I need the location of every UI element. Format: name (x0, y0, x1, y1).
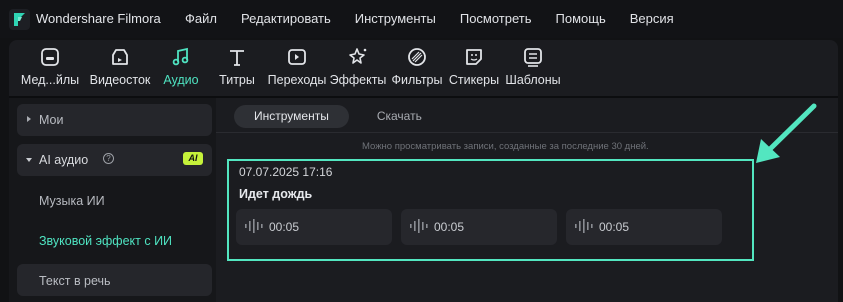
chevron-right-icon (27, 116, 31, 122)
waveform-icon (245, 219, 263, 233)
clip-duration: 00:05 (599, 220, 630, 234)
tab-download[interactable]: Скачать (357, 105, 442, 128)
sidebar-item-label: AI аудио (39, 153, 89, 167)
sidebar-item-label: Текст в речь (39, 274, 111, 288)
tool-label: Видеосток (89, 73, 151, 87)
tab-tools[interactable]: Инструменты (234, 105, 349, 128)
media-icon (41, 48, 59, 66)
music-note-icon (172, 47, 189, 66)
app-title: Wondershare Filmora (36, 11, 161, 26)
entry-timestamp: 07.07.2025 17:16 (239, 165, 333, 179)
tab-divider (216, 132, 838, 133)
tool-label: Мед...йлы (20, 73, 80, 87)
tab-bar: Инструменты Скачать (234, 105, 442, 128)
menu-file[interactable]: Файл (185, 11, 217, 26)
clip-duration: 00:05 (434, 220, 465, 234)
media-tool-strip: Мед...йлы Видеосток Аудио Титры Переходы… (9, 40, 838, 96)
sidebar-item-label: Мои (39, 113, 64, 127)
tool-label: Переходы (267, 73, 327, 87)
effects-sparkle-icon (349, 48, 367, 64)
sidebar-item-mine[interactable]: Мои (17, 104, 212, 136)
audio-clip[interactable]: 00:05 (236, 209, 392, 245)
title-bar: Wondershare Filmora Файл Редактировать И… (0, 0, 843, 38)
history-entry: 07.07.2025 17:16 Идет дождь 00:05 00:05 … (227, 159, 754, 261)
ai-badge: AI (183, 152, 203, 165)
waveform-icon (575, 219, 593, 233)
menu-version[interactable]: Версия (630, 11, 674, 26)
tool-templates[interactable]: Шаблоны (498, 46, 568, 87)
filter-icon (408, 48, 426, 66)
help-icon[interactable]: ? (103, 153, 114, 164)
sidebar-item-ai-audio[interactable]: AI аудио ? AI (17, 144, 212, 176)
tool-label: Фильтры (391, 73, 443, 87)
tool-label: Стикеры (448, 73, 500, 87)
sidebar-item-tts[interactable]: Текст в речь (17, 264, 212, 296)
sidebar-item-ai-music[interactable]: Музыка ИИ (39, 194, 105, 208)
menu-edit[interactable]: Редактировать (241, 11, 331, 26)
sidebar-item-ai-sfx[interactable]: Звуковой эффект с ИИ (39, 234, 172, 248)
menu-view[interactable]: Посмотреть (460, 11, 532, 26)
stock-video-icon (112, 49, 128, 65)
ai-sfx-panel: Инструменты Скачать Можно просматривать … (216, 98, 838, 302)
template-icon (524, 48, 542, 67)
tool-label: Шаблоны (505, 73, 561, 87)
audio-sidebar: Мои AI аудио ? AI Музыка ИИ Звуковой эфф… (9, 98, 216, 302)
tool-transitions[interactable]: Переходы (262, 46, 332, 87)
tool-label: Эффекты (329, 73, 387, 87)
entry-title: Идет дождь (239, 187, 313, 201)
tool-stock-video[interactable]: Видеосток (85, 46, 155, 87)
tool-label: Титры (219, 73, 255, 87)
transition-icon (288, 49, 306, 65)
filmora-logo-icon (9, 9, 30, 30)
menu-tools[interactable]: Инструменты (355, 11, 436, 26)
history-notice: Можно просматривать записи, созданные за… (362, 141, 649, 152)
menu-help[interactable]: Помощь (556, 11, 606, 26)
tool-media[interactable]: Мед...йлы (15, 46, 85, 87)
title-text-icon (230, 50, 244, 66)
clip-duration: 00:05 (269, 220, 300, 234)
chevron-down-icon (26, 158, 32, 162)
waveform-icon (410, 219, 428, 233)
audio-clip[interactable]: 00:05 (566, 209, 722, 245)
menu-bar: Файл Редактировать Инструменты Посмотрет… (185, 11, 698, 26)
sticker-icon (466, 49, 482, 65)
tool-label: Аудио (163, 73, 199, 87)
audio-clip[interactable]: 00:05 (401, 209, 557, 245)
